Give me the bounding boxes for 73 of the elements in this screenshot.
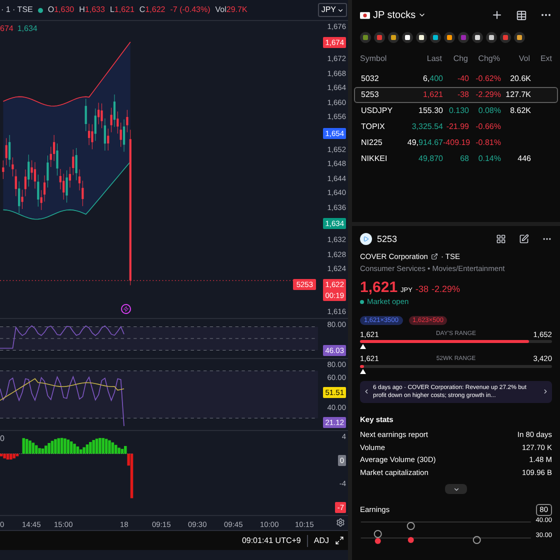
table-icon[interactable] (516, 10, 527, 20)
column-header[interactable]: Chg (442, 53, 468, 65)
watchlist-row[interactable]: NIKKEI 49,870 68 0.14% 446 (354, 151, 558, 167)
last-price-cell-text: 1,621 (422, 89, 443, 101)
change-cell-text: -38 (456, 89, 469, 101)
change-cell-text: -21.99 (445, 121, 469, 133)
column-header[interactable]: Last (404, 53, 442, 65)
volume-cell-text: 20.6K (509, 73, 531, 85)
chevron-down-icon (452, 486, 460, 492)
indicator-value: 674 (0, 23, 14, 35)
symbol-cell-text: USDJPY (361, 105, 394, 117)
chevron-right-icon[interactable] (542, 388, 549, 395)
lightning-icon[interactable] (121, 304, 131, 314)
symbol-cell-text: 5253 (361, 89, 380, 101)
last-price-cell-text: 155.30 (418, 105, 443, 117)
volume-value: Vol29.7K (215, 4, 248, 16)
ohlc-value: C1,622 (139, 4, 166, 16)
change-cell-text: 68 (459, 153, 469, 165)
watchlist-row[interactable]: TOPIX 3,325.54 -21.99 -0.66% (354, 119, 558, 135)
price-change-percent: -2.29% (431, 285, 460, 294)
column-header[interactable]: Chg% (468, 53, 500, 65)
fullscreen-icon[interactable] (335, 536, 344, 545)
change-percent-cell-text: -0.62% (474, 73, 501, 85)
watchlist-row[interactable]: 5032 6,400 -40 -0.62% 20.6K (354, 71, 558, 87)
currency-dropdown[interactable]: JPY (318, 3, 347, 17)
watchlist-row[interactable]: USDJPY 155.30 0.130 0.08% 8.62K (354, 103, 558, 119)
last-price-cell-text: 3,325.54 (410, 121, 443, 133)
change-percent-cell-text: -0.81% (474, 137, 501, 149)
clock-label: 09:01:41 UTC+9 (242, 534, 301, 546)
chevron-left-icon[interactable] (363, 388, 370, 395)
volume-cell-text: 127.7K (504, 89, 531, 101)
change-percent-cell-text: -2.29% (474, 89, 501, 101)
volume-cell-text: 446 (516, 153, 531, 165)
volume-cell-text: 8.62K (509, 105, 531, 117)
last-price-cell-text: 6,400 (422, 73, 443, 85)
adjustment-button[interactable]: ADJ (314, 534, 329, 546)
change-cell: -409.19 (443, 137, 469, 149)
symbol-cell-text: NIKKEI (361, 153, 388, 165)
change-cell-text: -40 (456, 73, 469, 85)
price-change: -38 (415, 285, 428, 294)
edit-icon[interactable] (519, 234, 529, 244)
watchlist-row[interactable]: NI225 49,914.67-409.19 -0.81% (354, 135, 558, 151)
change-percent-cell-text: -0.66% (474, 121, 501, 133)
change-percent-cell-text: 0.08% (477, 105, 501, 117)
symbol-cell-text: 5032 (361, 73, 380, 85)
column-header[interactable]: Vol (500, 53, 530, 65)
ohlc-value: O1,630 (48, 4, 74, 16)
price-value: 1,621 (360, 280, 398, 295)
details-symbol: 5253 (377, 234, 398, 244)
watchlist-title[interactable]: JP stocks (373, 8, 426, 22)
last-price-cell-text: 49,914.67 (406, 137, 443, 149)
chevron-down-icon (337, 6, 344, 14)
ohlc-value: H1,633 (79, 4, 105, 16)
column-header[interactable]: Ext (530, 53, 552, 65)
settings-icon[interactable] (336, 518, 345, 527)
change-value: -7 (-0.43%) (170, 4, 210, 16)
indicator-value: 0 (0, 433, 4, 445)
last-price-cell-text: 49,870 (418, 153, 443, 165)
chevron-down-icon (418, 11, 426, 19)
grid-icon[interactable] (496, 234, 506, 244)
symbol-cell-text: NI225 (361, 137, 384, 149)
column-header[interactable]: Symbol (360, 53, 404, 65)
indicator-value: 1,634 (17, 23, 38, 35)
japan-flag-icon (360, 12, 370, 18)
symbol-cell-text: TOPIX (361, 121, 386, 133)
external-link-icon[interactable] (430, 253, 438, 260)
symbol-label: · 1 · TSE (1, 4, 33, 16)
company-logo-icon (360, 233, 372, 245)
change-percent-cell-text: 0.14% (477, 153, 501, 165)
watchlist-row[interactable]: 5253 1,621 -38 -2.29% 127.7K (354, 87, 558, 103)
add-icon[interactable] (491, 9, 503, 21)
ohlc-value: L1,621 (110, 4, 134, 16)
change-cell-text: 0.130 (448, 105, 469, 117)
